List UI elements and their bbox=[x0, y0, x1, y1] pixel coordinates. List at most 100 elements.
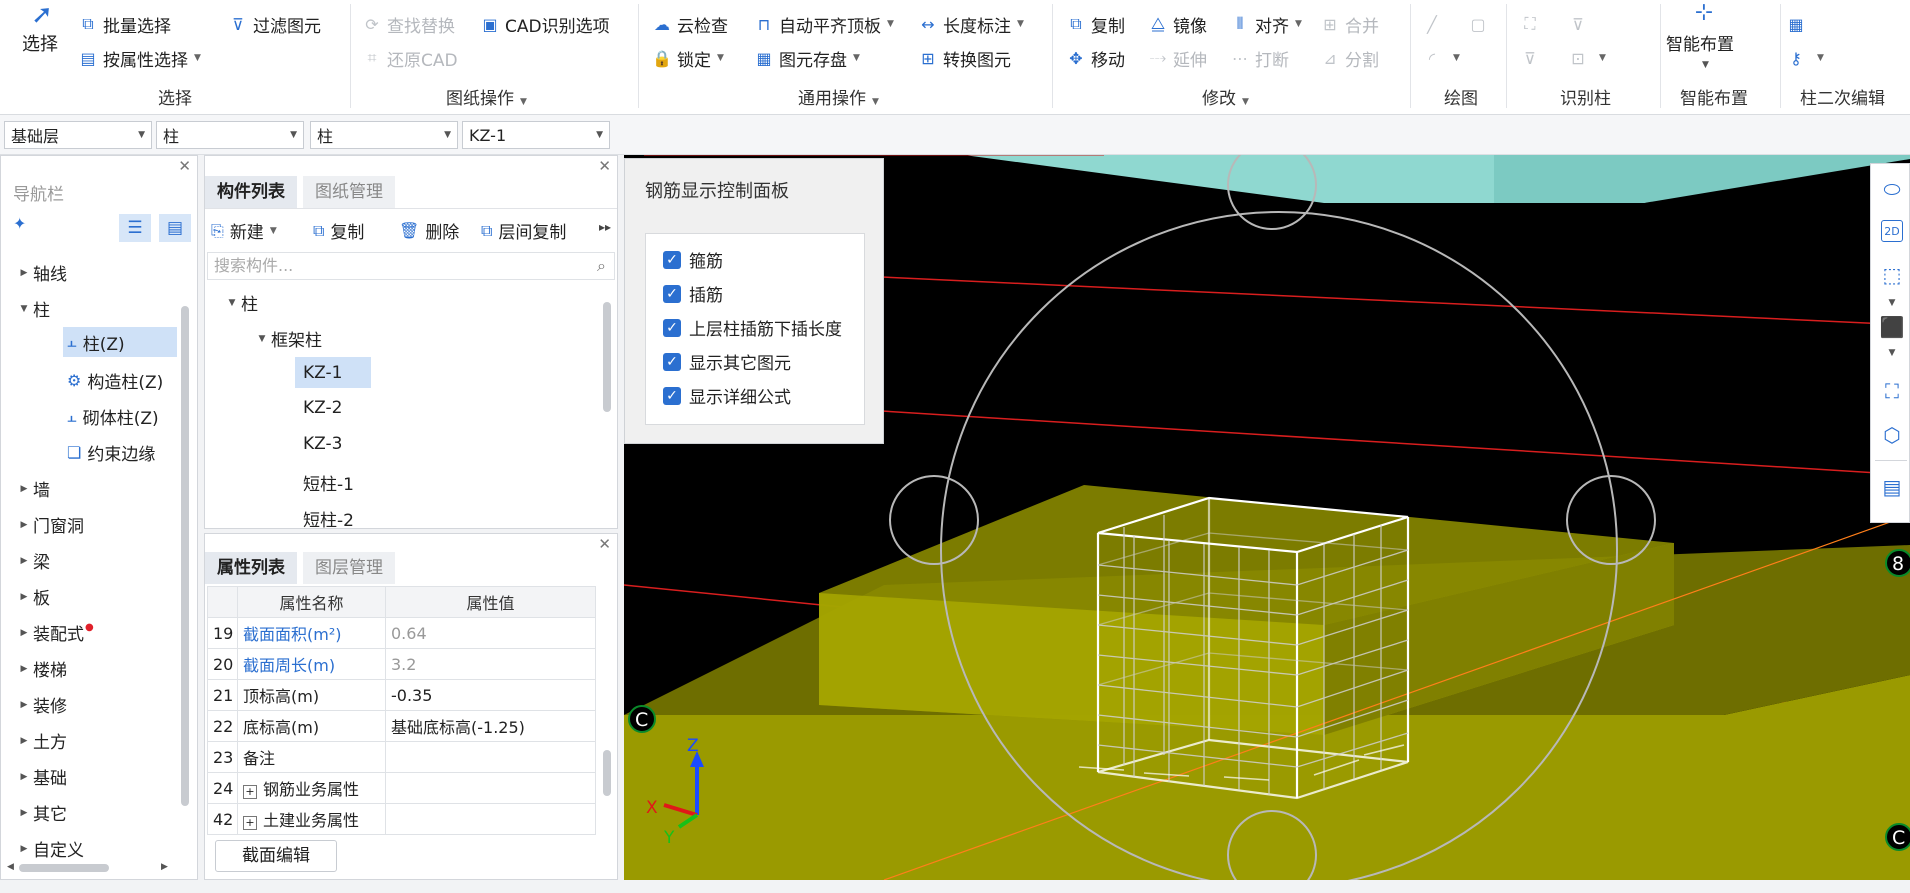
nav-item-door-window[interactable]: ▶ 门窗洞 bbox=[15, 512, 84, 537]
batch-select-button[interactable]: ⧉ 批量选择 bbox=[78, 10, 171, 38]
table-row[interactable]: 22 底标高(m) 基础底标高(-1.25) bbox=[207, 710, 596, 742]
nav-item-foundation[interactable]: ▶ 基础 bbox=[15, 764, 67, 789]
tree-item-kz1[interactable]: KZ-1 bbox=[295, 357, 371, 388]
checkbox-stirrup[interactable]: ✓ 箍筋 bbox=[663, 247, 723, 272]
nav-item-wall[interactable]: ▶ 墙 bbox=[15, 476, 50, 501]
chevron-down-icon[interactable]: ▼ bbox=[1879, 290, 1905, 316]
smart-layout-button[interactable]: 智能布置 bbox=[1666, 30, 1734, 55]
line-tool-button[interactable]: ╱ bbox=[1422, 10, 1447, 38]
move-button[interactable]: ✥ 移动 bbox=[1066, 44, 1125, 72]
tree-group-frame-column[interactable]: ▼ 框架柱 bbox=[253, 326, 322, 351]
property-name-expandable[interactable]: + 钢筋业务属性 bbox=[237, 772, 386, 804]
nav-item-boundary[interactable]: ❏ 约束边缘 bbox=[67, 440, 177, 465]
table-row[interactable]: 20 截面周长(m) 3.2 bbox=[207, 648, 596, 680]
nav-item-masonry-column[interactable]: ⫠ 砌体柱(Z) bbox=[67, 404, 159, 430]
recognize-table-button[interactable]: ⊽ bbox=[1520, 44, 1545, 72]
property-value[interactable]: 3.2 bbox=[385, 648, 596, 680]
table-row[interactable]: 23 备注 bbox=[207, 741, 596, 773]
3d-box-icon[interactable]: ⬚ bbox=[1879, 262, 1905, 288]
fit-view-icon[interactable]: ⛶ bbox=[1879, 378, 1905, 404]
scroll-left-icon[interactable]: ◀ bbox=[7, 862, 14, 872]
rectangle-tool-button[interactable]: ▢ bbox=[1468, 10, 1493, 38]
table-edit-button[interactable]: ▦ bbox=[1786, 10, 1811, 38]
checkbox-show-other-elements[interactable]: ✓ 显示其它图元 bbox=[663, 349, 791, 374]
cad-options-button[interactable]: ▣ CAD识别选项 bbox=[480, 10, 609, 38]
nav-item-prefab[interactable]: ▶ 装配式 ● bbox=[15, 620, 94, 645]
nav-item-earthwork[interactable]: ▶ 土方 bbox=[15, 728, 67, 753]
recognize-filter-button[interactable]: ⊽ bbox=[1568, 10, 1593, 38]
component-scrollbar[interactable] bbox=[603, 302, 611, 412]
floor-copy-button[interactable]: ⧉ 层间复制 bbox=[481, 218, 566, 244]
nav-horizontal-scrollbar[interactable] bbox=[19, 864, 109, 872]
expand-plus-icon[interactable]: + bbox=[243, 816, 257, 830]
copy-button[interactable]: ⧉ 复制 bbox=[1066, 10, 1125, 38]
property-value[interactable]: 0.64 bbox=[385, 617, 596, 649]
select-by-attribute-button[interactable]: ▤ 按属性选择 ▼ bbox=[78, 44, 200, 72]
tab-component-list[interactable]: 构件列表 bbox=[205, 176, 297, 208]
table-row[interactable]: 24 + 钢筋业务属性 bbox=[207, 772, 596, 804]
nav-item-other[interactable]: ▶ 其它 bbox=[15, 800, 67, 825]
copy-component-button[interactable]: ⧉ 复制 bbox=[313, 218, 364, 244]
nav-item-slab[interactable]: ▶ 板 bbox=[15, 584, 50, 609]
mirror-button[interactable]: ⧋ 镜像 bbox=[1148, 10, 1207, 38]
table-row[interactable]: 21 顶标高(m) -0.35 bbox=[207, 679, 596, 711]
tab-drawing-management[interactable]: 图纸管理 bbox=[303, 176, 395, 208]
table-row[interactable]: 42 + 土建业务属性 bbox=[207, 803, 596, 835]
table-row[interactable]: 19 截面面积(m²) 0.64 bbox=[207, 617, 596, 649]
property-value[interactable]: -0.35 bbox=[385, 679, 596, 711]
sparkle-icon[interactable]: ✦ bbox=[13, 214, 26, 233]
align-button[interactable]: ⫴ 对齐 ▼ bbox=[1230, 10, 1302, 38]
nav-item-constructional-column[interactable]: ⚙ 构造柱(Z) bbox=[67, 368, 163, 393]
section-edit-button[interactable]: 截面编辑 bbox=[215, 840, 337, 872]
restore-cad-button[interactable]: ⌗ 还原CAD bbox=[362, 44, 457, 72]
cube-select-icon[interactable]: ⬡ bbox=[1879, 422, 1905, 448]
checkbox-dowel[interactable]: ✓ 插筋 bbox=[663, 281, 723, 306]
find-replace-button[interactable]: ⟳ 查找替换 bbox=[362, 10, 455, 38]
cloud-check-button[interactable]: ☁ 云检查 bbox=[652, 10, 728, 38]
tree-item-short-column-2[interactable]: 短柱-2 bbox=[303, 506, 354, 531]
auto-flush-slab-button[interactable]: ⊓ 自动平齐顶板 ▼ bbox=[754, 10, 894, 38]
expand-plus-icon[interactable]: + bbox=[243, 785, 257, 799]
filter-element-button[interactable]: ⊽ 过滤图元 bbox=[228, 10, 321, 38]
delete-component-button[interactable]: 🗑 删除 bbox=[399, 218, 459, 243]
extend-button[interactable]: ⤏ 延伸 bbox=[1148, 44, 1207, 72]
type-select[interactable]: 柱 ▼ bbox=[310, 121, 458, 149]
floor-select[interactable]: 基础层 ▼ bbox=[4, 121, 152, 149]
close-icon[interactable]: ✕ bbox=[178, 156, 191, 176]
tab-layer-management[interactable]: 图层管理 bbox=[303, 552, 395, 584]
tree-item-kz3[interactable]: KZ-3 bbox=[303, 434, 342, 454]
tab-property-list[interactable]: 属性列表 bbox=[205, 552, 297, 584]
length-dimension-button[interactable]: ↔ 长度标注 ▼ bbox=[918, 10, 1024, 38]
close-icon[interactable]: ✕ bbox=[598, 534, 611, 554]
checkbox-show-formula[interactable]: ✓ 显示详细公式 bbox=[663, 383, 791, 408]
recognize-grid-button[interactable]: ⊡ ▼ bbox=[1568, 44, 1606, 72]
key-edit-button[interactable]: ⚷ ▼ bbox=[1786, 44, 1824, 72]
property-scrollbar[interactable] bbox=[603, 750, 611, 796]
nav-item-column-z[interactable]: ⫠ 柱(Z) bbox=[63, 327, 177, 357]
nav-item-custom[interactable]: ▶ 自定义 bbox=[15, 836, 84, 861]
component-search-input[interactable]: 搜索构件... ⌕ bbox=[207, 252, 615, 280]
save-element-button[interactable]: ▦ 图元存盘 ▼ bbox=[754, 44, 859, 72]
nav-item-beam[interactable]: ▶ 梁 bbox=[15, 548, 50, 573]
nav-scrollbar[interactable] bbox=[181, 306, 189, 806]
solid-view-icon[interactable]: ⬛ bbox=[1879, 314, 1905, 340]
category-select[interactable]: 柱 ▼ bbox=[156, 121, 304, 149]
nav-item-axis[interactable]: ▶ 轴线 bbox=[15, 260, 67, 285]
list-view-icon[interactable]: ☰ bbox=[119, 214, 151, 242]
chevron-down-icon[interactable]: ▼ bbox=[1879, 340, 1905, 366]
detail-view-icon[interactable]: ▤ bbox=[159, 214, 191, 242]
select-button[interactable]: 选择 bbox=[22, 30, 58, 56]
new-component-button[interactable]: ⎘ 新建 ▼ bbox=[211, 218, 277, 244]
property-value[interactable] bbox=[385, 741, 596, 773]
layer-view-icon[interactable]: ▤ bbox=[1879, 474, 1905, 500]
tree-item-kz2[interactable]: KZ-2 bbox=[303, 398, 342, 418]
tree-root-column[interactable]: ▼ 柱 bbox=[223, 290, 258, 315]
orbit-icon[interactable]: ⬭ bbox=[1879, 176, 1905, 202]
arc-tool-button[interactable]: ◜ ▼ bbox=[1422, 44, 1460, 72]
nav-item-stairs[interactable]: ▶ 楼梯 bbox=[15, 656, 67, 681]
close-icon[interactable]: ✕ bbox=[598, 156, 611, 176]
recognize-column-button[interactable]: ⛶ bbox=[1520, 10, 1545, 38]
property-value[interactable]: 基础底标高(-1.25) bbox=[385, 710, 596, 742]
component-select[interactable]: KZ-1 ▼ bbox=[462, 121, 610, 149]
tree-item-short-column-1[interactable]: 短柱-1 bbox=[303, 470, 354, 495]
